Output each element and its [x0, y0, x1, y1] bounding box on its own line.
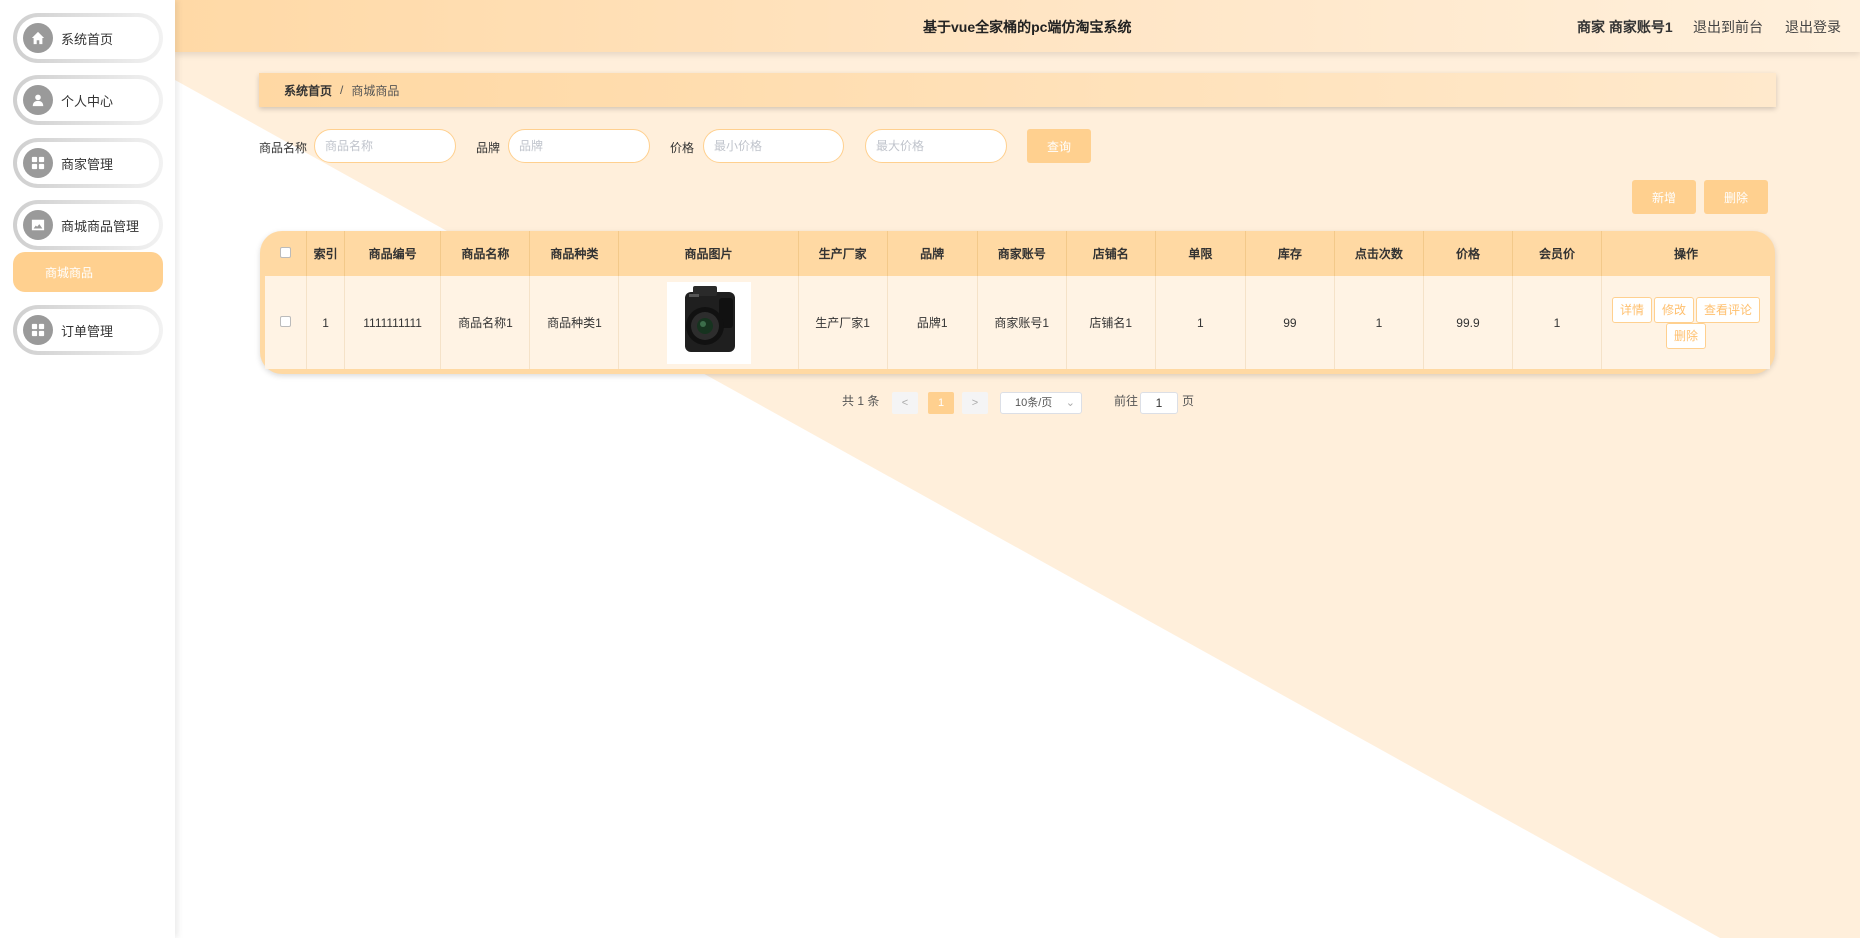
cell-index: 1	[306, 276, 345, 369]
cell-code: 1111111111	[344, 276, 442, 369]
chevron-down-icon: ⌄	[1065, 397, 1075, 409]
grid-icon	[23, 315, 53, 345]
cell-shop: 店铺名1	[1066, 276, 1156, 369]
row-select-cell	[265, 276, 308, 369]
sidebar-item-home[interactable]: 系统首页	[13, 13, 163, 63]
cell-merchant: 商家账号1	[977, 276, 1067, 369]
logout-link[interactable]: 退出登录	[1785, 17, 1841, 37]
table-row: 1 1111111111 商品名称1 商品种类1 生产厂家1 品牌1 商家账号1…	[265, 276, 1770, 369]
image-icon	[23, 210, 53, 240]
column-header: 商品种类	[529, 231, 620, 276]
price-label: 价格	[670, 141, 695, 155]
name-label: 商品名称	[259, 141, 308, 155]
next-page-button[interactable]: >	[962, 392, 988, 414]
query-button[interactable]: 查询	[1027, 129, 1091, 163]
column-header: 商品图片	[618, 231, 799, 276]
cell-stock: 99	[1245, 276, 1335, 369]
cell-limit: 1	[1155, 276, 1246, 369]
select-all-checkbox[interactable]	[280, 246, 292, 258]
page-size-value: 10条/页	[1015, 397, 1053, 409]
cell-brand: 品牌1	[887, 276, 978, 369]
sidebar-item-label: 商家管理	[61, 156, 114, 172]
grid-icon	[23, 148, 53, 178]
edit-button[interactable]: 修改	[1653, 296, 1694, 323]
page-suffix: 页	[1182, 394, 1195, 408]
column-header: 商家账号	[977, 231, 1067, 276]
column-header: 商品名称	[440, 231, 531, 276]
column-header: 生产厂家	[798, 231, 888, 276]
sidebar-item-orders[interactable]: 订单管理	[13, 305, 163, 355]
product-table: 索引 商品编号 商品名称 商品种类 商品图片 生产厂家 品牌 商家账号 店铺名 …	[260, 231, 1775, 374]
breadcrumb-current: 商城商品	[351, 83, 400, 98]
cell-member-price: 1	[1512, 276, 1603, 369]
column-header: 操作	[1673, 247, 1698, 261]
cell-actions: 详情 修改 查看评论删除	[1601, 276, 1770, 369]
cell-category: 商品种类1	[529, 276, 620, 369]
user-icon	[23, 85, 53, 115]
prev-page-button[interactable]: <	[892, 392, 918, 414]
cell-image	[618, 276, 799, 369]
column-header: 商品编号	[344, 231, 442, 276]
sidebar-item-label: 个人中心	[61, 93, 114, 109]
breadcrumb-home[interactable]: 系统首页	[284, 82, 332, 99]
view-comments-button[interactable]: 查看评论	[1696, 296, 1761, 323]
sidebar-item-label: 商城商品管理	[61, 218, 140, 234]
min-price-input[interactable]	[703, 129, 844, 163]
sidebar-item-products[interactable]: 商城商品管理	[13, 200, 163, 250]
top-header: 基于vue全家桶的pc端仿淘宝系统 商家 商家账号1 退出到前台 退出登录	[175, 0, 1860, 52]
column-header: 店铺名	[1066, 231, 1156, 276]
cell-manufacturer: 生产厂家1	[798, 276, 888, 369]
table-header-row: 索引 商品编号 商品名称 商品种类 商品图片 生产厂家 品牌 商家账号 店铺名 …	[265, 231, 1770, 276]
breadcrumb-separator: /	[340, 83, 344, 97]
row-delete-button[interactable]: 删除	[1665, 322, 1706, 349]
column-header: 库存	[1245, 231, 1335, 276]
product-name-input[interactable]	[314, 129, 456, 163]
sidebar-item-label: 系统首页	[61, 31, 114, 47]
page-number-button[interactable]: 1	[928, 392, 954, 414]
sidebar-subitem-mall-products[interactable]: 商城商品	[13, 252, 163, 292]
goto-page-input[interactable]: 1	[1140, 392, 1178, 414]
cell-clicks: 1	[1334, 276, 1424, 369]
app-title: 基于vue全家桶的pc端仿淘宝系统	[923, 19, 1132, 35]
pagination-total: 共 1 条	[842, 394, 880, 408]
back-to-front-link[interactable]: 退出到前台	[1693, 17, 1763, 37]
add-button[interactable]: 新增	[1632, 180, 1696, 214]
column-header: 会员价	[1512, 231, 1603, 276]
detail-button[interactable]: 详情	[1611, 296, 1652, 323]
row-checkbox[interactable]	[280, 315, 292, 327]
batch-delete-button[interactable]: 删除	[1704, 180, 1768, 214]
current-user: 商家 商家账号1	[1577, 19, 1673, 35]
cell-price: 99.9	[1423, 276, 1513, 369]
brand-label: 品牌	[476, 141, 501, 155]
column-header: 价格	[1423, 231, 1513, 276]
goto-label: 前往	[1114, 394, 1139, 408]
column-header: 品牌	[887, 231, 978, 276]
max-price-input[interactable]	[865, 129, 1007, 163]
column-header: 单限	[1155, 231, 1246, 276]
cell-name: 商品名称1	[440, 276, 531, 369]
page-size-select[interactable]: 10条/页 ⌄	[1000, 392, 1082, 414]
home-icon	[23, 23, 53, 53]
column-header: 索引	[306, 231, 345, 276]
sidebar-item-label: 订单管理	[61, 323, 114, 339]
sidebar: 系统首页 个人中心 商家管理 商城商品管理 商城商品 订单管理	[0, 0, 175, 938]
column-header: 点击次数	[1334, 231, 1424, 276]
breadcrumb: 系统首页 / 商城商品	[259, 73, 1776, 107]
brand-input[interactable]	[508, 129, 650, 163]
sidebar-item-profile[interactable]: 个人中心	[13, 75, 163, 125]
sidebar-item-merchant[interactable]: 商家管理	[13, 138, 163, 188]
product-image	[666, 281, 751, 364]
select-all-cell	[265, 231, 308, 276]
